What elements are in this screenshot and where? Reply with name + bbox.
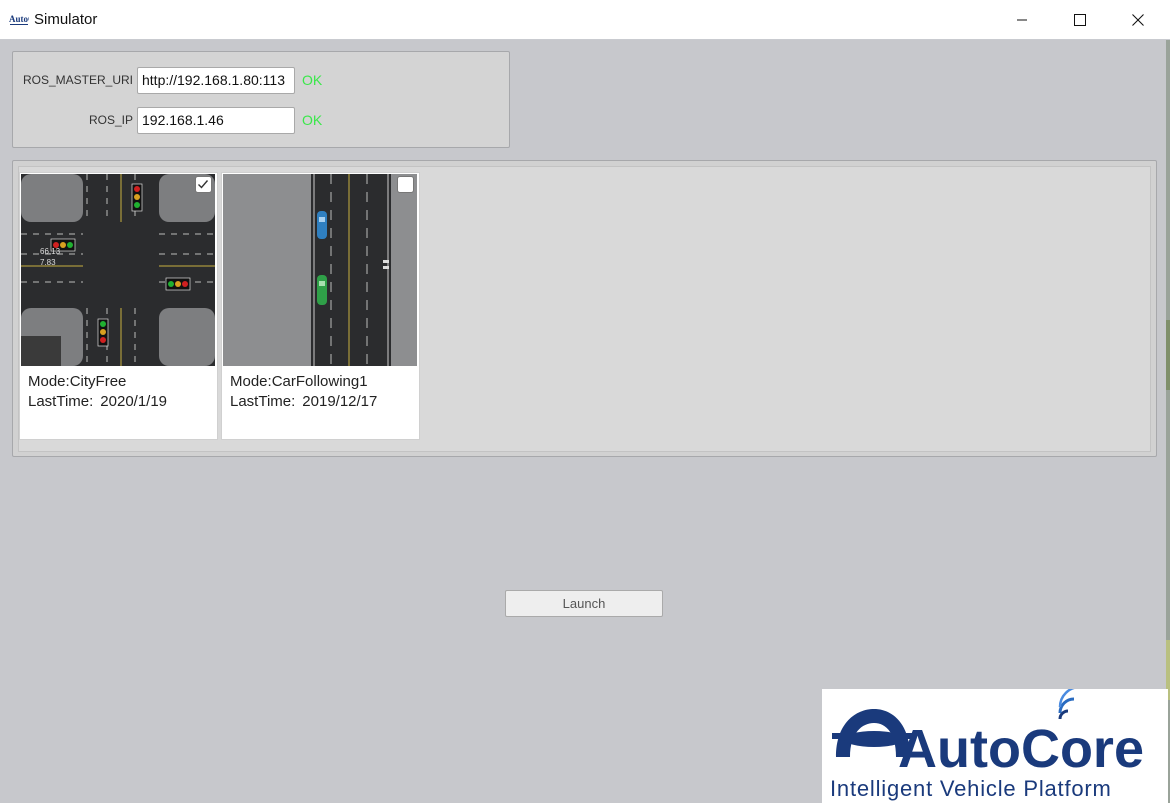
svg-text:AutoCore: AutoCore [898, 719, 1144, 777]
svg-text:66.13: 66.13 [40, 247, 61, 256]
logo-tagline: Intelligent Vehicle Platform [830, 776, 1112, 801]
ros-master-uri-status: OK [302, 72, 323, 88]
checkmark-icon [198, 180, 209, 189]
scene-mode: Mode:CityFree [28, 373, 127, 390]
app-logo-icon: AutoCore [9, 14, 29, 25]
scene-thumbnail-intersection: 66.13 7.83 [21, 174, 215, 366]
autocore-logo: AutoCore Intelligent Vehicle Platform [822, 685, 1168, 803]
close-button[interactable] [1109, 0, 1167, 40]
scene-card-carfollowing1[interactable]: Mode:CarFollowing1 LastTime: 2019/12/17 [221, 172, 420, 440]
svg-text:AutoCore: AutoCore [9, 14, 29, 24]
window-title: Simulator [34, 11, 98, 28]
ros-settings-panel: ROS_MASTER_URI http://192.168.1.80:113 O… [12, 51, 510, 148]
svg-text:7.83: 7.83 [40, 258, 56, 267]
scene-select-checkbox[interactable] [397, 176, 414, 193]
minimize-button[interactable] [993, 0, 1051, 40]
maximize-icon [1074, 14, 1086, 26]
title-bar: AutoCore Simulator [0, 0, 1170, 40]
close-icon [1132, 14, 1144, 26]
ros-master-uri-input[interactable]: http://192.168.1.80:113 [137, 67, 295, 94]
scenes-panel: 66.13 7.83 Mode:CityFree LastTime: 2020/1… [12, 160, 1157, 457]
ros-ip-status: OK [302, 112, 323, 128]
ros-ip-input[interactable]: 192.168.1.46 [137, 107, 295, 134]
scene-last-time: LastTime: 2020/1/19 [28, 393, 168, 410]
maximize-button[interactable] [1051, 0, 1109, 40]
scene-mode: Mode:CarFollowing1 [230, 373, 368, 390]
minimize-icon [1017, 19, 1027, 21]
ros-master-uri-label: ROS_MASTER_URI [22, 73, 133, 87]
launch-button[interactable]: Launch [505, 590, 663, 617]
autocore-wordmark: AutoCore [832, 685, 1144, 779]
scene-select-checkbox[interactable] [195, 176, 212, 193]
scene-thumbnail-road [223, 174, 417, 366]
scene-card-cityfree[interactable]: 66.13 7.83 Mode:CityFree LastTime: 2020/1… [19, 172, 218, 440]
ros-ip-label: ROS_IP [88, 113, 133, 127]
scene-list: 66.13 7.83 Mode:CityFree LastTime: 2020/1… [18, 166, 1151, 452]
scene-last-time: LastTime: 2019/12/17 [230, 393, 378, 410]
